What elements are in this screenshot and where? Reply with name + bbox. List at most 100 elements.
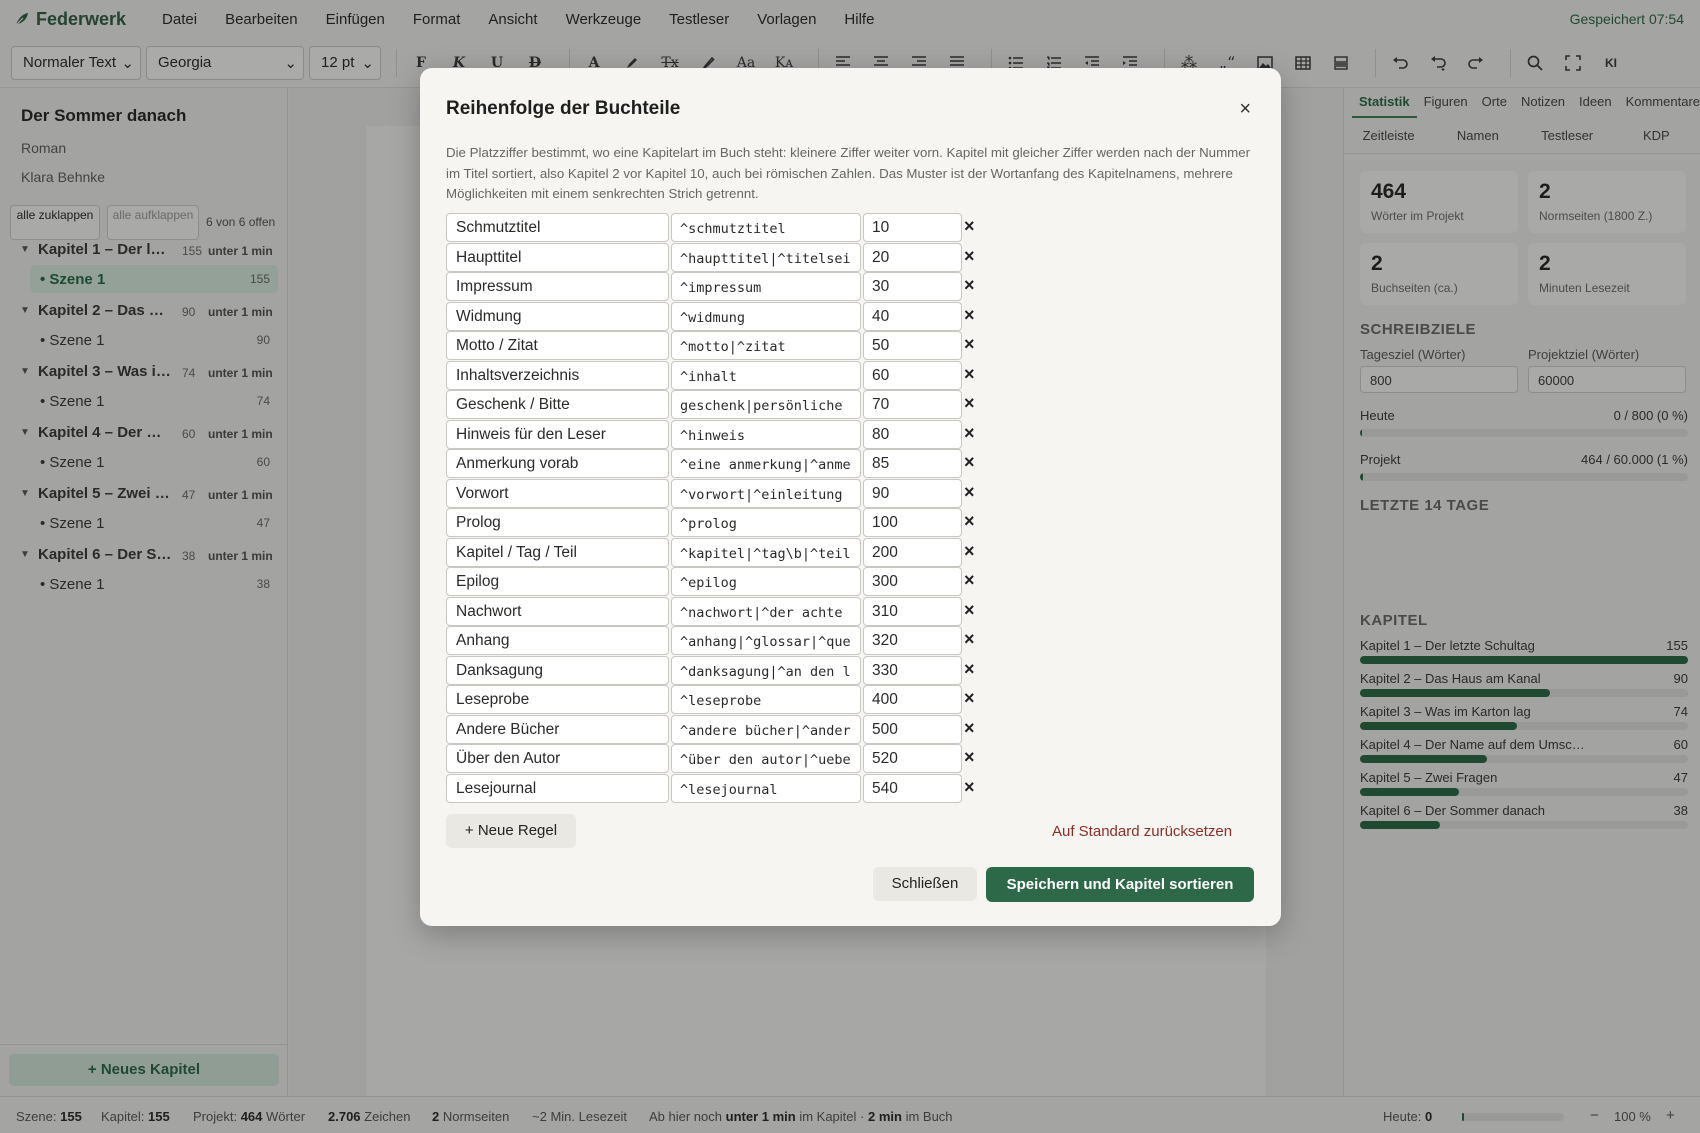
rule-pattern-input[interactable]: ^nachwort|^der achte	[671, 596, 861, 626]
rule-name-input[interactable]: Anhang	[446, 626, 669, 655]
rule-pattern-input[interactable]: ^impressum	[671, 272, 861, 301]
rule-position-input[interactable]: 10	[863, 213, 962, 242]
rule-pattern-input[interactable]: ^inhalt	[671, 360, 861, 390]
font-family-select[interactable]: Georgia ⌄	[146, 45, 304, 80]
new-chapter-button[interactable]: + Neues Kapitel	[9, 1054, 279, 1086]
menu-werkzeuge[interactable]: Werkzeuge	[552, 11, 656, 28]
remove-rule-icon[interactable]: ×	[964, 216, 975, 237]
rule-position-input[interactable]: 200	[863, 537, 962, 567]
rule-pattern-input[interactable]: ^haupttitel|^titelsei	[671, 242, 861, 272]
remove-rule-icon[interactable]: ×	[964, 393, 975, 414]
scene-item[interactable]: • Szene 1 74	[30, 387, 278, 415]
rule-position-input[interactable]: 70	[863, 390, 962, 419]
chevron-down-icon[interactable]: ▼	[20, 244, 30, 255]
rule-position-input[interactable]: 20	[863, 242, 962, 272]
page-break-icon[interactable]	[1327, 48, 1355, 78]
remove-rule-icon[interactable]: ×	[964, 570, 975, 591]
remove-rule-icon[interactable]: ×	[964, 777, 975, 798]
tab-orte[interactable]: Orte	[1475, 88, 1514, 118]
tab-statistik[interactable]: Statistik	[1352, 88, 1417, 118]
remove-rule-icon[interactable]: ×	[964, 246, 975, 267]
rule-name-input[interactable]: Motto / Zitat	[446, 331, 669, 360]
close-button[interactable]: Schließen	[873, 867, 977, 901]
chevron-down-icon[interactable]: ▼	[20, 488, 30, 499]
rule-pattern-input[interactable]: ^motto|^zitat	[671, 331, 861, 360]
save-and-sort-button[interactable]: Speichern und Kapitel sortieren	[986, 867, 1254, 902]
fullscreen-icon[interactable]	[1559, 48, 1587, 78]
rule-position-input[interactable]: 500	[863, 714, 962, 744]
rule-name-input[interactable]: Widmung	[446, 301, 669, 331]
rule-pattern-input[interactable]: ^kapitel|^tag\b|^teil	[671, 537, 861, 567]
rule-pattern-input[interactable]: ^schmutztitel	[671, 213, 861, 242]
remove-rule-icon[interactable]: ×	[964, 452, 975, 473]
remove-rule-icon[interactable]: ×	[964, 747, 975, 768]
chevron-down-icon[interactable]: ▼	[20, 427, 30, 438]
new-rule-button[interactable]: + Neue Regel	[446, 814, 576, 848]
rule-position-input[interactable]: 540	[863, 773, 962, 803]
undo-icon[interactable]	[1386, 48, 1414, 78]
remove-rule-icon[interactable]: ×	[964, 364, 975, 385]
remove-rule-icon[interactable]: ×	[964, 600, 975, 621]
rule-position-input[interactable]: 90	[863, 478, 962, 508]
rule-position-input[interactable]: 100	[863, 508, 962, 537]
remove-rule-icon[interactable]: ×	[964, 629, 975, 650]
rule-pattern-input[interactable]: ^danksagung|^an den l	[671, 655, 861, 685]
rule-pattern-input[interactable]: ^leseprobe	[671, 685, 861, 714]
rule-name-input[interactable]: Epilog	[446, 567, 669, 596]
table-icon[interactable]	[1289, 48, 1317, 78]
rule-position-input[interactable]: 310	[863, 596, 962, 626]
rule-position-input[interactable]: 50	[863, 331, 962, 360]
rule-position-input[interactable]: 60	[863, 360, 962, 390]
menu-einfuegen[interactable]: Einfügen	[312, 11, 399, 28]
rule-name-input[interactable]: Prolog	[446, 508, 669, 537]
rule-name-input[interactable]: Leseprobe	[446, 685, 669, 714]
search-icon[interactable]	[1521, 48, 1549, 78]
rule-name-input[interactable]: Anmerkung vorab	[446, 449, 669, 478]
chevron-down-icon[interactable]: ▼	[20, 366, 30, 377]
tab-ideen[interactable]: Ideen	[1572, 88, 1619, 118]
paragraph-style-select[interactable]: Normaler Text ⌄	[11, 45, 141, 80]
rule-pattern-input[interactable]: geschenk|persönliche	[671, 390, 861, 419]
scene-item[interactable]: • Szene 1 47	[30, 509, 278, 537]
rule-pattern-input[interactable]: ^vorwort|^einleitung	[671, 478, 861, 508]
redo-icon[interactable]	[1462, 48, 1490, 78]
tab-kommentare[interactable]: Kommentare	[1619, 88, 1700, 118]
collapse-all-button[interactable]: alle zuklappen	[10, 205, 100, 240]
remove-rule-icon[interactable]: ×	[964, 659, 975, 680]
menu-bearbeiten[interactable]: Bearbeiten	[211, 11, 312, 28]
remove-rule-icon[interactable]: ×	[964, 511, 975, 532]
remove-rule-icon[interactable]: ×	[964, 688, 975, 709]
rule-name-input[interactable]: Über den Autor	[446, 744, 669, 773]
remove-rule-icon[interactable]: ×	[964, 334, 975, 355]
rule-pattern-input[interactable]: ^lesejournal	[671, 773, 861, 803]
rule-pattern-input[interactable]: ^epilog	[671, 567, 861, 596]
rule-pattern-input[interactable]: ^eine anmerkung|^anme	[671, 449, 861, 478]
rule-position-input[interactable]: 300	[863, 567, 962, 596]
rule-name-input[interactable]: Inhaltsverzeichnis	[446, 360, 669, 390]
remove-rule-icon[interactable]: ×	[964, 541, 975, 562]
rule-position-input[interactable]: 520	[863, 744, 962, 773]
remove-rule-icon[interactable]: ×	[964, 423, 975, 444]
remove-rule-icon[interactable]: ×	[964, 275, 975, 296]
ai-button[interactable]: KI	[1597, 48, 1625, 78]
tab-notizen[interactable]: Notizen	[1514, 88, 1572, 118]
close-icon[interactable]: ×	[1239, 98, 1251, 121]
rule-position-input[interactable]: 320	[863, 626, 962, 655]
rule-name-input[interactable]: Schmutztitel	[446, 213, 669, 242]
chapter-item[interactable]: ▼ Kapitel 6 – Der Sommer danach 38 unter 1 …	[0, 541, 288, 570]
menu-datei[interactable]: Datei	[148, 11, 211, 28]
rule-name-input[interactable]: Danksagung	[446, 655, 669, 685]
zoom-in-button[interactable]: +	[1666, 1107, 1675, 1124]
reset-defaults-link[interactable]: Auf Standard zurücksetzen	[1052, 823, 1232, 840]
chevron-down-icon[interactable]: ▼	[20, 305, 30, 316]
rule-pattern-input[interactable]: ^über den autor|^uebe	[671, 744, 861, 773]
chapter-item[interactable]: ▼ Kapitel 5 – Zwei Fragen 47 unter 1 min	[0, 480, 288, 509]
rule-position-input[interactable]: 30	[863, 272, 962, 301]
rule-position-input[interactable]: 40	[863, 301, 962, 331]
rule-pattern-input[interactable]: ^anhang|^glossar|^que	[671, 626, 861, 655]
expand-all-button[interactable]: alle aufklappen	[107, 205, 199, 240]
scene-item[interactable]: • Szene 1 90	[30, 326, 278, 354]
tab-figuren[interactable]: Figuren	[1417, 88, 1475, 118]
rule-name-input[interactable]: Hinweis für den Leser	[446, 419, 669, 449]
rule-pattern-input[interactable]: ^andere bücher|^ander	[671, 714, 861, 744]
